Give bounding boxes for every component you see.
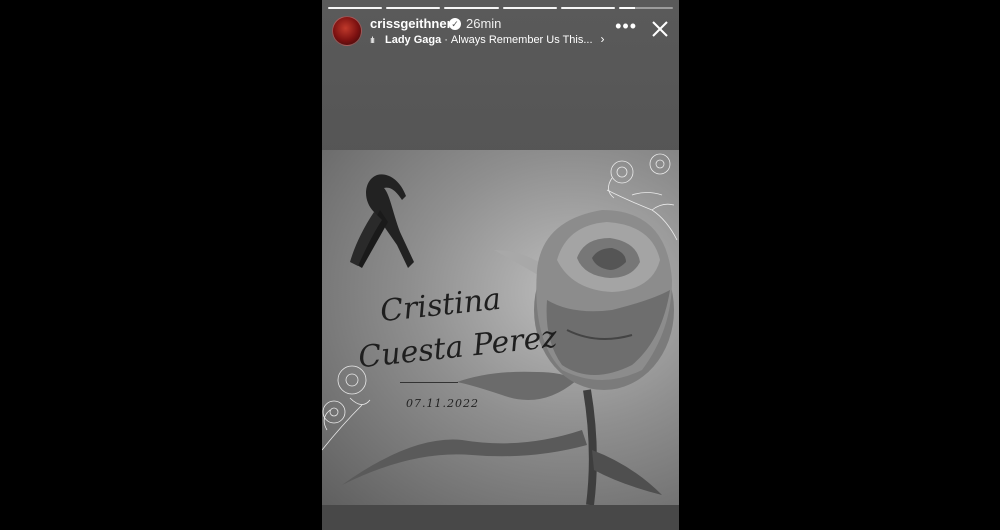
music-sticker[interactable]: ılı Lady Gaga · Always Remember Us This... › — [370, 32, 605, 47]
story-progress-bar — [328, 7, 674, 10]
progress-segment-current — [618, 7, 674, 9]
music-track: Always Remember Us This... — [450, 34, 593, 46]
story-header: crissgeithner ✓ 26min ılı Lady Gaga · Alway… — [332, 16, 669, 48]
story-footer — [322, 505, 679, 530]
progress-segment — [386, 7, 441, 9]
mourning-ribbon-icon — [350, 174, 414, 268]
story-image: Cristina Cuesta Perez 07.11.2022 — [322, 150, 679, 505]
progress-segment — [328, 7, 383, 9]
verified-badge-icon: ✓ — [449, 18, 461, 30]
progress-segment — [444, 7, 499, 9]
story-viewer[interactable]: crissgeithner ✓ 26min ılı Lady Gaga · Alway… — [322, 0, 679, 530]
divider — [400, 382, 458, 383]
floral-sketch-left — [322, 365, 371, 451]
timestamp: 26min — [466, 16, 502, 31]
username[interactable]: crissgeithner — [370, 16, 452, 32]
more-horizontal-icon[interactable]: ••• — [615, 17, 637, 35]
progress-segment — [502, 7, 557, 9]
music-artist: Lady Gaga — [385, 34, 442, 46]
progress-segment — [560, 7, 615, 9]
memorial-date: 07.11.2022 — [406, 397, 479, 410]
audio-bars-icon: ılı — [370, 35, 375, 45]
close-icon[interactable] — [651, 20, 669, 38]
chevron-right-icon: › — [600, 32, 605, 46]
music-separator: · — [444, 34, 448, 46]
avatar[interactable] — [332, 16, 362, 46]
